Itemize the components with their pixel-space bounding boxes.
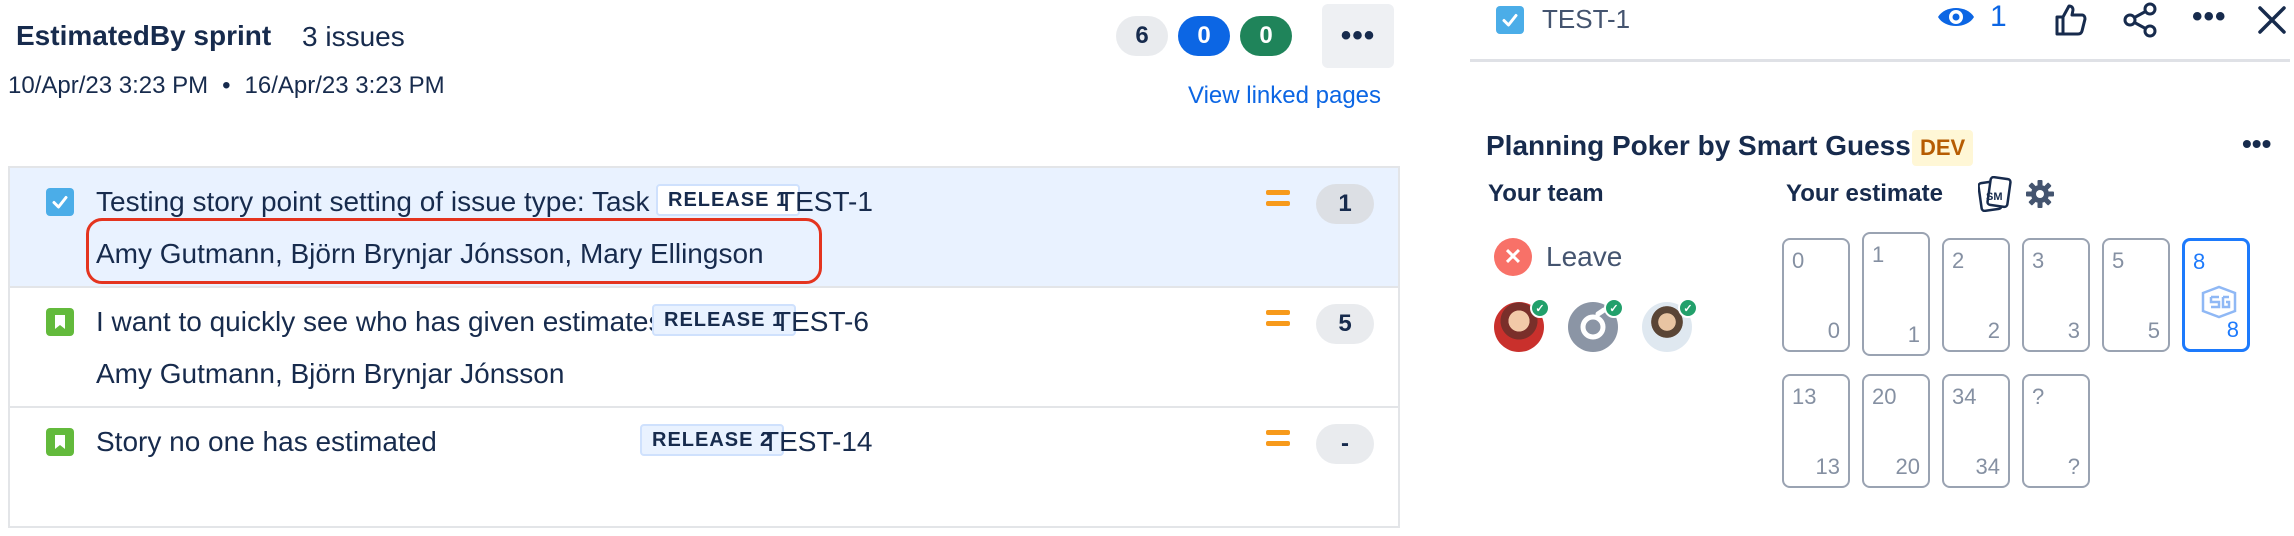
estimate-card-13[interactable]: 13 13: [1782, 374, 1850, 488]
estimate-card-1[interactable]: 11: [1862, 232, 1930, 356]
issue-key[interactable]: TEST-6: [774, 306, 869, 338]
issue-key[interactable]: TEST-14: [762, 426, 872, 458]
card-value: 2: [1952, 248, 1965, 273]
estimate-card-8[interactable]: 8 8: [2182, 238, 2250, 352]
todo-count-badge: 6: [1116, 16, 1168, 56]
card-deck-icon[interactable]: SM: [1977, 175, 2012, 213]
priority-medium-icon: [1266, 430, 1290, 448]
story-icon: [46, 428, 74, 456]
status-counts: 6 0 0: [1116, 16, 1292, 56]
card-value: 34: [1975, 454, 2000, 479]
estimate-card-20[interactable]: 20 20: [1862, 374, 1930, 488]
card-value: ?: [2067, 454, 2080, 479]
sprint-end-date: 16/Apr/23 3:23 PM: [244, 72, 445, 99]
checkmark-icon: ✓: [1530, 298, 1550, 318]
team-label: Your team: [1488, 180, 1604, 207]
share-icon[interactable]: [2120, 0, 2160, 40]
avatar[interactable]: ✓: [1494, 298, 1550, 352]
task-icon: [46, 188, 74, 216]
task-icon: [1496, 6, 1524, 34]
estimate-card-34[interactable]: 34 34: [1942, 374, 2010, 488]
svg-text:SM: SM: [1986, 191, 2003, 203]
estimate-card-5[interactable]: 55: [2102, 238, 2170, 352]
card-value: 5: [2112, 248, 2125, 273]
issue-key-breadcrumb[interactable]: TEST-1: [1542, 4, 1630, 35]
sprint-start-date: 10/Apr/23 3:23 PM: [8, 72, 209, 99]
sprint-dates: 10/Apr/23 3:23 PM • 16/Apr/23 3:23 PM: [8, 72, 445, 100]
estimate-label: Your estimate: [1786, 180, 1943, 207]
issue-estimators: Amy Gutmann, Björn Brynjar Jónsson: [96, 358, 565, 389]
card-value: 20: [1895, 454, 1920, 479]
estimate-card-0[interactable]: 00: [1782, 238, 1850, 352]
card-value: 8: [2193, 249, 2206, 274]
close-icon: ✕: [1494, 238, 1532, 276]
story-points-badge[interactable]: 1: [1316, 184, 1374, 224]
checkmark-icon: ✓: [1604, 298, 1624, 318]
date-separator: •: [222, 72, 231, 99]
sprint-title[interactable]: EstimatedBy sprint: [16, 20, 271, 52]
issue-row-test-1[interactable]: Testing story point setting of issue typ…: [10, 168, 1398, 288]
avatar[interactable]: ✓: [1642, 298, 1698, 352]
issue-key[interactable]: TEST-1: [778, 186, 873, 218]
smart-guess-logo-icon: [2201, 285, 2237, 319]
dev-badge: DEV: [1912, 130, 1974, 166]
issue-more-button[interactable]: •••: [2192, 0, 2227, 34]
card-value: 13: [1792, 384, 1817, 409]
view-linked-pages-link[interactable]: View linked pages: [1188, 82, 1381, 110]
close-icon[interactable]: [2252, 0, 2292, 40]
poker-more-button[interactable]: •••: [2242, 128, 2271, 160]
gear-icon[interactable]: [2024, 178, 2056, 210]
issue-row-test-14[interactable]: Story no one has estimated RELEASE 2 TES…: [10, 408, 1398, 528]
watch-button[interactable]: 1: [1936, 0, 2007, 34]
issue-header: TEST-1 1 •••: [1470, 0, 2290, 62]
issue-summary[interactable]: I want to quickly see who has given esti…: [96, 306, 663, 338]
card-value: 1: [1872, 242, 1885, 267]
sprint-more-button[interactable]: •••: [1322, 4, 1394, 68]
in-progress-count-badge: 0: [1178, 16, 1230, 56]
issue-row-test-6[interactable]: I want to quickly see who has given esti…: [10, 288, 1398, 408]
done-count-badge: 0: [1240, 16, 1292, 56]
card-value: 8: [2226, 317, 2239, 342]
estimate-card-unknown[interactable]: ??: [2022, 374, 2090, 488]
story-icon: [46, 308, 74, 336]
card-value: 0: [1827, 318, 1840, 343]
sprint-panel: EstimatedBy sprint 3 issues 10/Apr/23 3:…: [0, 0, 1410, 536]
card-value: 5: [2147, 318, 2160, 343]
estimators-highlight: [86, 218, 822, 284]
card-value: 13: [1815, 454, 1840, 479]
issue-summary[interactable]: Story no one has estimated: [96, 426, 437, 458]
issue-summary[interactable]: Testing story point setting of issue typ…: [96, 186, 650, 218]
eye-icon: [1938, 8, 1974, 26]
card-value: 2: [1987, 318, 2000, 343]
estimate-card-2[interactable]: 22: [1942, 238, 2010, 352]
card-value: 3: [2067, 318, 2080, 343]
card-value: ?: [2032, 384, 2045, 409]
issue-detail-panel: TEST-1 1 ••• Planning Poker by Smart Gue…: [1470, 0, 2294, 536]
card-value: 20: [1872, 384, 1897, 409]
card-value: 34: [1952, 384, 1977, 409]
leave-button[interactable]: ✕ Leave: [1494, 238, 1622, 276]
card-value: 3: [2032, 248, 2045, 273]
card-value: 0: [1792, 248, 1805, 273]
poker-title: Planning Poker by Smart Guess: [1486, 130, 1911, 161]
story-points-badge[interactable]: -: [1316, 424, 1374, 464]
checkmark-icon: ✓: [1678, 298, 1698, 318]
estimate-card-3[interactable]: 33: [2022, 238, 2090, 352]
priority-medium-icon: [1266, 310, 1290, 328]
issue-list: Testing story point setting of issue typ…: [8, 166, 1400, 528]
story-points-badge[interactable]: 5: [1316, 304, 1374, 344]
thumbs-up-icon[interactable]: [2050, 0, 2090, 40]
watcher-count: 1: [1990, 0, 2007, 33]
sprint-issue-count: 3 issues: [302, 21, 405, 52]
avatar[interactable]: ✓: [1568, 298, 1624, 352]
card-value: 1: [1907, 322, 1920, 347]
leave-label: Leave: [1546, 241, 1623, 272]
priority-medium-icon: [1266, 190, 1290, 208]
